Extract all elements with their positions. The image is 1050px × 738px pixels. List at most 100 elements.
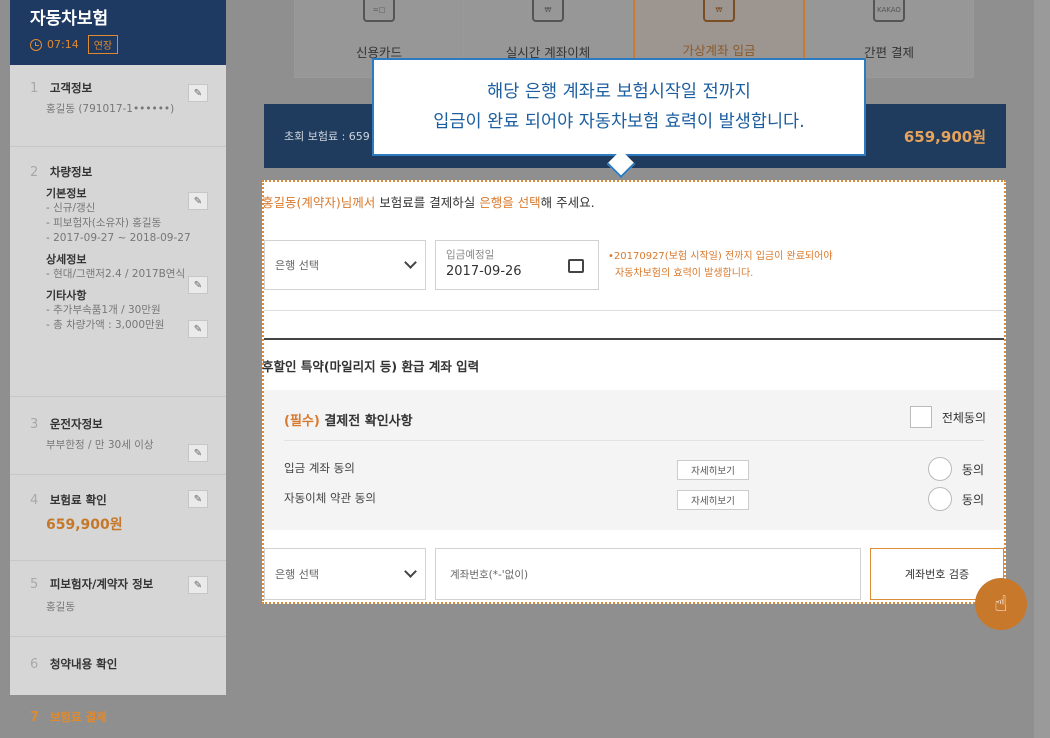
refund-bank-value: 은행 선택 xyxy=(275,568,319,581)
refund-account-title: 후할인 특약(마일리지 등) 환급 계좌 입력 xyxy=(262,359,480,374)
deposit-date-field[interactable]: 입금예정일 2017-09-26 xyxy=(435,240,599,290)
detail-view-button[interactable]: 자세히보기 xyxy=(677,460,749,480)
radio-circle[interactable] xyxy=(927,487,952,511)
agree-label: 동의 xyxy=(961,492,984,507)
step-summary: 홍길동 (791017-1••••••) xyxy=(46,103,175,115)
guide-tooltip: 해당 은행 계좌로 보험시작일 전까지 입금이 완료 되어야 자동차보험 효력이… xyxy=(372,58,866,156)
scrollbar[interactable] xyxy=(1034,0,1050,738)
step-summary: 부부한정 / 만 30세 이상 xyxy=(46,439,154,451)
agree-all-checkbox[interactable] xyxy=(909,406,932,428)
pre-payment-confirm: (필수) 결제전 확인사항 전체동의 입금 계좌 동의 자세히보기 동의 자동이… xyxy=(264,390,1004,530)
step-contract-review: 6 청약내용 확인 xyxy=(10,656,226,672)
edit-icon[interactable]: ✎ xyxy=(188,576,208,594)
edit-icon[interactable]: ✎ xyxy=(188,84,208,102)
etc-info-line: - 총 차량가액 : 3,000만원 xyxy=(46,319,165,331)
step-number: 2 xyxy=(30,165,39,180)
transfer-icon: ₩ xyxy=(532,0,564,22)
step-number: 1 xyxy=(30,81,39,96)
edit-icon[interactable]: ✎ xyxy=(188,192,208,210)
step-payment-active: 7 보험료 결제 xyxy=(10,695,226,738)
step-number: 7 xyxy=(30,710,40,725)
account-number-input[interactable]: 계좌번호(*-'없이) xyxy=(435,548,861,600)
step-number: 6 xyxy=(30,657,39,672)
total-label: 초회 보험료 : 659 xyxy=(284,130,370,143)
clock-icon xyxy=(30,38,42,51)
step-number: 4 xyxy=(30,493,39,508)
tooltip-line-2: 입금이 완료 되어야 자동차보험 효력이 발생합니다. xyxy=(433,112,805,132)
note-line: •20170927(보험 시작일) 전까지 입금이 완료되어야 xyxy=(608,251,833,262)
guide-middle: 보험료를 결제하실 xyxy=(375,195,480,210)
edit-icon[interactable]: ✎ xyxy=(188,320,208,338)
step-number: 3 xyxy=(30,417,39,432)
guide-bank: 은행을 선택 xyxy=(479,195,541,210)
session-timer: 07:14 연장 xyxy=(30,35,206,54)
agree-label: 동의 xyxy=(961,462,984,477)
calendar-icon[interactable] xyxy=(568,259,584,273)
bank-select-guide: 홍길동(계약자)님께서 보험료를 결제하실 은행을 선택해 주세요. xyxy=(262,192,595,211)
sidebar-title: 자동차보험 xyxy=(30,9,109,29)
tab-label: 가상계좌 입금 xyxy=(682,43,756,58)
divider xyxy=(10,396,226,397)
touch-hand-icon[interactable]: ☝ xyxy=(975,578,1027,630)
divider xyxy=(10,146,226,147)
agree-radio[interactable]: 동의 xyxy=(927,487,984,511)
guide-end: 해 주세요. xyxy=(540,195,595,210)
tab-label: 간편 결제 xyxy=(864,45,914,60)
deposit-date-value: 2017-09-26 xyxy=(446,264,522,279)
agree-row-deposit-account: 입금 계좌 동의 자세히보기 동의 xyxy=(284,457,984,481)
card-icon: =□ xyxy=(363,0,395,22)
basic-info-title: 기본정보 xyxy=(46,187,87,200)
extend-button[interactable]: 연장 xyxy=(87,35,119,54)
divider xyxy=(284,440,984,441)
step-name: 청약내용 확인 xyxy=(49,657,118,671)
chevron-down-icon xyxy=(404,256,417,269)
note-line: 자동차보험의 효력이 발생합니다. xyxy=(615,268,754,279)
agree-all-label: 전체동의 xyxy=(941,410,986,425)
step-name: 운전자정보 xyxy=(49,417,103,431)
step-name: 보험료 확인 xyxy=(49,493,107,507)
total-amount: 659,900원 xyxy=(903,127,986,146)
basic-info-line: - 신규/갱신 xyxy=(46,202,96,214)
edit-icon[interactable]: ✎ xyxy=(188,444,208,462)
agree-row-label: 자동이체 약관 동의 xyxy=(284,491,376,505)
deposit-date-label: 입금예정일 xyxy=(446,249,495,261)
step-name: 보험료 결제 xyxy=(49,710,107,724)
etc-info-title: 기타사항 xyxy=(46,289,87,302)
agree-row-autotransfer-terms: 자동이체 약관 동의 자세히보기 동의 xyxy=(284,487,984,511)
basic-info-line: - 2017-09-27 ~ 2018-09-27 xyxy=(46,232,191,244)
guide-name: 홍길동(계약자)님께서 xyxy=(262,195,376,210)
sidebar: 자동차보험 07:14 연장 1 고객정보 홍길동 (791017-1•••••… xyxy=(10,0,226,738)
agree-radio[interactable]: 동의 xyxy=(927,457,984,481)
chevron-down-icon xyxy=(404,565,417,578)
sidebar-header: 자동차보험 07:14 연장 xyxy=(10,0,226,65)
step-name: 피보험자/계약자 정보 xyxy=(49,577,154,591)
edit-icon[interactable]: ✎ xyxy=(188,490,208,508)
divider xyxy=(10,474,226,475)
detail-view-button[interactable]: 자세히보기 xyxy=(677,490,749,510)
agree-all[interactable]: 전체동의 xyxy=(909,406,986,428)
divider xyxy=(10,560,226,561)
timer-value: 07:14 xyxy=(47,38,79,51)
bank-select-value: 은행 선택 xyxy=(275,259,319,272)
basic-info-line: - 피보험자(소유자) 홍길동 xyxy=(46,217,162,229)
agree-row-label: 입금 계좌 동의 xyxy=(284,461,355,475)
divider xyxy=(264,338,1004,340)
detail-info-line: - 현대/그랜저2.4 / 2017B연식 xyxy=(46,268,186,280)
premium-amount: 659,900원 xyxy=(46,517,123,533)
required-tag: (필수) xyxy=(284,414,320,429)
refund-bank-select[interactable]: 은행 선택 xyxy=(264,548,426,600)
step-name: 고객정보 xyxy=(49,81,93,95)
radio-circle[interactable] xyxy=(927,457,952,481)
virtual-account-icon: ₩ xyxy=(703,0,735,22)
confirm-title: (필수) 결제전 확인사항 xyxy=(284,410,413,429)
bank-select[interactable]: 은행 선택 xyxy=(264,240,426,290)
tooltip-line-1: 해당 은행 계좌로 보험시작일 전까지 xyxy=(487,82,751,102)
confirm-title-text: 결제전 확인사항 xyxy=(319,414,413,429)
edit-icon[interactable]: ✎ xyxy=(188,276,208,294)
deposit-deadline-note: •20170927(보험 시작일) 전까지 입금이 완료되어야 자동차보험의 효… xyxy=(608,248,833,282)
divider xyxy=(10,636,226,637)
step-name: 차량정보 xyxy=(49,165,93,179)
step-summary: 홍길동 xyxy=(46,601,75,613)
etc-info-line: - 추가부속품1개 / 30만원 xyxy=(46,304,161,316)
step-vehicle-info: 2 차량정보 기본정보 - 신규/갱신 - 피보험자(소유자) 홍길동 - 20… xyxy=(10,164,226,333)
